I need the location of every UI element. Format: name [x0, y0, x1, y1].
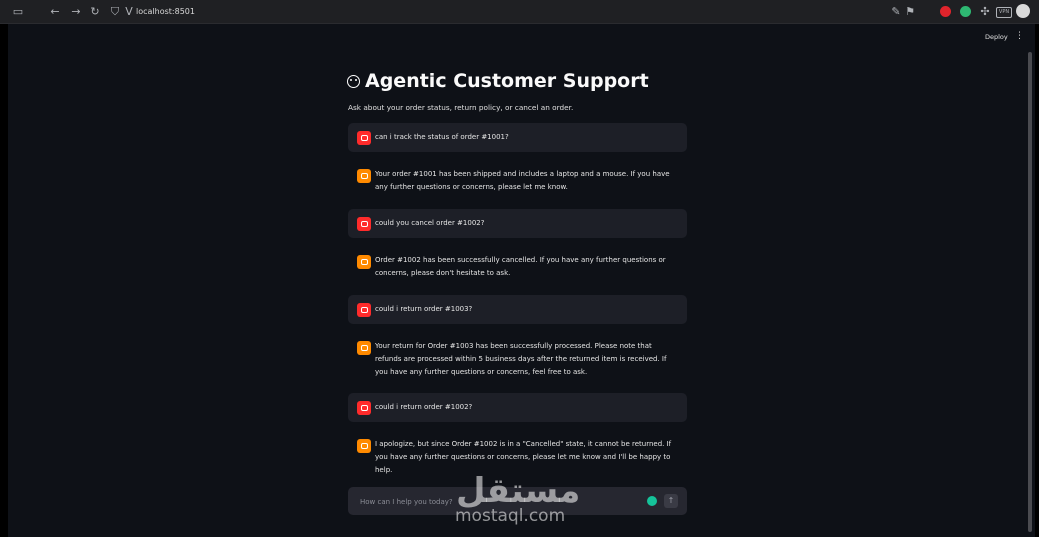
message-text: Order #1002 has been successfully cancel… [375, 256, 666, 277]
send-arrow-icon[interactable]: ↑ [664, 494, 678, 508]
bot-avatar-icon [357, 439, 371, 453]
page-title: Agentic Customer Support [365, 70, 649, 92]
message-text: Your return for Order #1003 has been suc… [375, 342, 667, 376]
right-gutter [1035, 24, 1039, 537]
chat-message-user: could i return order #1002? [348, 393, 687, 422]
translate-icon[interactable]: ✎ [889, 5, 903, 19]
chat-message-assistant: Order #1002 has been successfully cancel… [348, 248, 687, 284]
deploy-button[interactable]: Deploy [985, 33, 1008, 41]
message-text: could i return order #1003? [375, 305, 473, 313]
user-avatar-icon [357, 131, 371, 145]
chat-message-assistant: I apologize, but since Order #1002 is in… [348, 432, 687, 474]
main-menu-icon[interactable]: ⋮ [1015, 31, 1024, 41]
bot-avatar-icon [357, 341, 371, 355]
message-text: could i return order #1002? [375, 403, 473, 411]
profile-avatar[interactable] [1016, 4, 1030, 18]
scrollbar[interactable] [1028, 52, 1032, 532]
watermark-latin: mostaql.com [455, 506, 566, 526]
message-text: could you cancel order #1002? [375, 219, 485, 227]
sidebar-toggle-icon[interactable]: ▭ [11, 5, 25, 19]
chat-message-user: could i return order #1003? [348, 295, 687, 324]
vpn-badge[interactable]: VPN [996, 7, 1012, 18]
user-avatar-icon [357, 401, 371, 415]
smiley-icon [347, 74, 360, 88]
chat-message-user: could you cancel order #1002? [348, 209, 687, 238]
url-bar[interactable]: localhost:8501 [136, 5, 195, 19]
shield-icon[interactable]: ⛉ [108, 5, 122, 19]
bookmark-icon[interactable]: ⚑ [903, 5, 917, 19]
puzzle-icon[interactable]: ✣ [978, 5, 992, 19]
chat-message-assistant: Your order #1001 has been shipped and in… [348, 162, 687, 198]
message-text: can i track the status of order #1001? [375, 133, 509, 141]
back-arrow-icon[interactable]: ← [48, 5, 62, 19]
page-subtitle: Ask about your order status, return poli… [348, 103, 574, 112]
left-gutter [0, 24, 8, 537]
site-v-icon: V [125, 5, 133, 18]
reload-icon[interactable]: ↻ [88, 5, 102, 19]
forward-arrow-icon[interactable]: → [69, 5, 83, 19]
chat-message-assistant: Your return for Order #1003 has been suc… [348, 334, 687, 382]
extension-icon[interactable] [960, 6, 971, 17]
browser-toolbar: ▭ ← → ↻ ⛉ V localhost:8501 ✎ ⚑ ✣ VPN [0, 0, 1039, 24]
chat-message-user: can i track the status of order #1001? [348, 123, 687, 152]
bot-avatar-icon [357, 169, 371, 183]
user-avatar-icon [357, 303, 371, 317]
page-header: Agentic Customer Support [347, 70, 649, 92]
grammar-extension-icon[interactable] [647, 496, 657, 506]
watermark-arabic: مستقل [456, 471, 581, 511]
extension-icon[interactable] [940, 6, 951, 17]
bot-avatar-icon [357, 255, 371, 269]
user-avatar-icon [357, 217, 371, 231]
message-text: Your order #1001 has been shipped and in… [375, 170, 670, 191]
